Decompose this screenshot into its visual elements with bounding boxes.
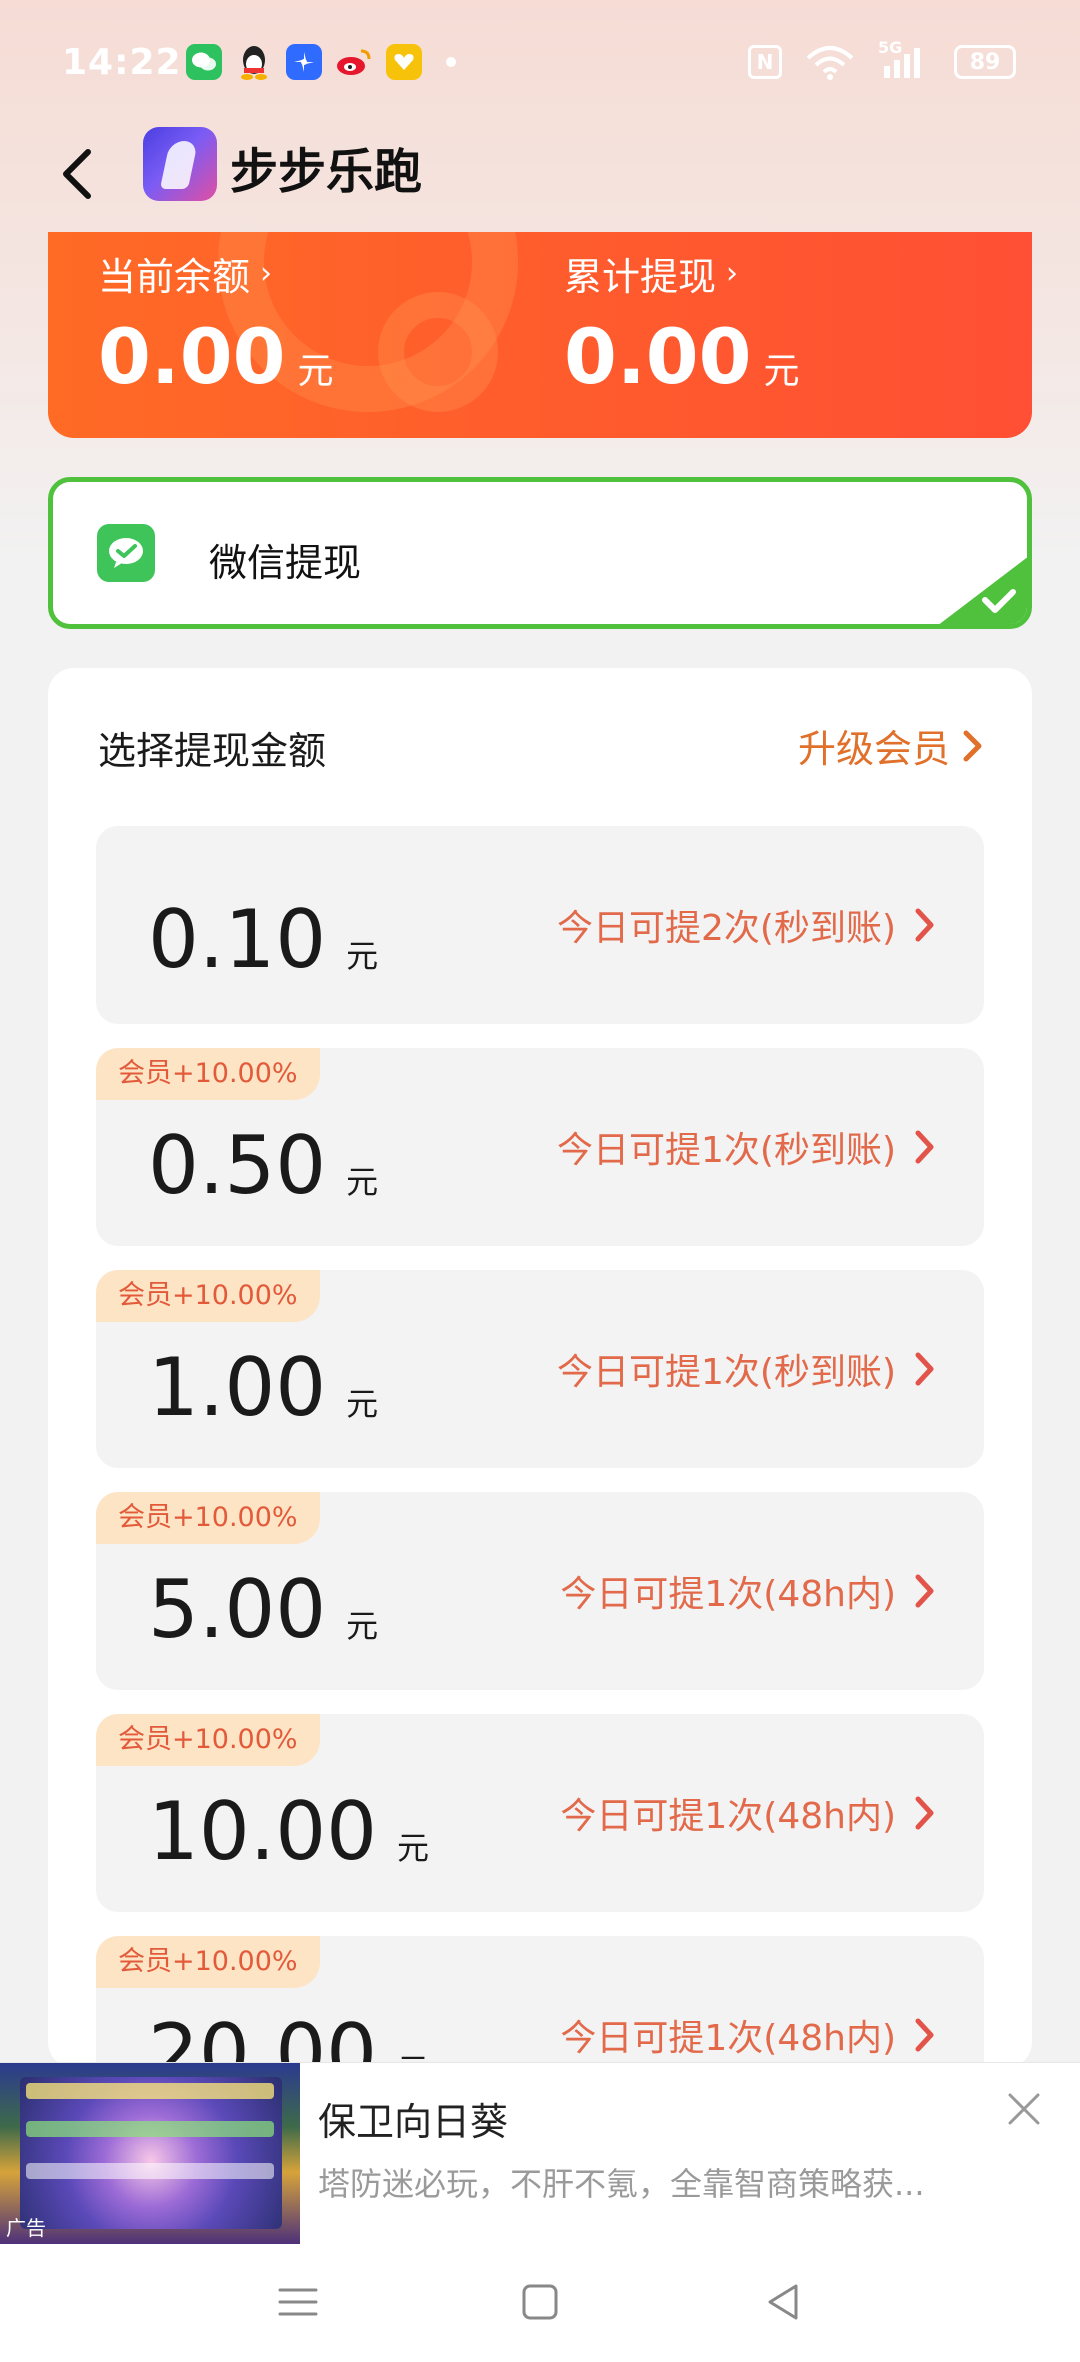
qq-icon [236, 44, 272, 80]
status-notification-icons [186, 44, 456, 80]
system-nav-bar [0, 2244, 1080, 2362]
chevron-right-icon: › [260, 256, 273, 291]
ad-image[interactable]: 广告 [0, 2063, 300, 2245]
ad-tag: 广告 [6, 2216, 46, 2240]
app-logo [143, 127, 217, 201]
amount-section-title: 选择提现金额 [98, 729, 327, 773]
menu-icon[interactable] [276, 2280, 320, 2324]
total-withdrawn-label: 累计提现 [564, 255, 717, 299]
more-notifications-dot [446, 57, 456, 67]
signal-icon: 5G [878, 38, 932, 80]
chevron-right-icon [914, 826, 936, 1024]
chevron-right-icon: › [726, 256, 739, 291]
member-bonus-badge: 会员+10.00% [96, 1048, 320, 1100]
amount-value: 0.10 [148, 893, 327, 986]
amount-option[interactable]: 会员+10.00% 5.00 元 今日可提1次(48h内) [96, 1492, 984, 1690]
member-bonus-badge: 会员+10.00% [96, 1936, 320, 1988]
wechat-icon [186, 44, 222, 80]
selected-check-icon [939, 557, 1027, 624]
total-withdrawn[interactable]: 累计提现 › 0.00 元 [564, 246, 800, 395]
wechat-withdraw-option[interactable]: 微信提现 [48, 477, 1032, 629]
back-triangle-icon[interactable] [762, 2280, 806, 2324]
network-type: 5G [878, 38, 903, 57]
balance-card: 当前余额 › 0.00 元 累计提现 › 0.00 元 [48, 232, 1032, 438]
current-balance[interactable]: 当前余额 › 0.00 元 [98, 246, 334, 395]
current-balance-value: 0.00 [98, 312, 286, 401]
upgrade-member-label: 升级会员 [797, 727, 950, 771]
withdraw-limit-note: 今日可提1次(秒到账) [557, 1352, 896, 1393]
amount-option[interactable]: 会员+10.00% 1.00 元 今日可提1次(秒到账) [96, 1270, 984, 1468]
wechat-withdraw-label: 微信提现 [209, 541, 362, 585]
amount-unit: 元 [397, 1829, 430, 1867]
battery-indicator: 89 [954, 45, 1016, 79]
total-withdrawn-value: 0.00 [564, 312, 752, 401]
withdraw-page: 14:22 N 5G 89 步步乐跑 当前余额 › 0.00 元 累计提现 › … [0, 0, 1080, 2362]
amount-value: 1.00 [148, 1341, 327, 1434]
chevron-right-icon [914, 1270, 936, 1468]
amount-value: 5.00 [148, 1563, 327, 1656]
chevron-right-icon [914, 1714, 936, 1912]
title-bar: 步步乐跑 [0, 120, 1080, 230]
amount-value: 10.00 [148, 1785, 378, 1878]
ad-description: 塔防迷必玩，不肝不氪，全靠智商策略获... [318, 2165, 925, 2203]
amount-unit: 元 [346, 1607, 379, 1645]
nfc-icon: N [748, 45, 782, 79]
amount-value: 0.50 [148, 1119, 327, 1212]
chevron-right-icon [963, 730, 982, 761]
heart-badge-icon [386, 44, 422, 80]
currency-unit: 元 [763, 351, 800, 392]
member-bonus-badge: 会员+10.00% [96, 1492, 320, 1544]
pinwheel-icon [286, 44, 322, 80]
member-bonus-badge: 会员+10.00% [96, 1714, 320, 1766]
withdraw-limit-note: 今日可提1次(48h内) [560, 1574, 896, 1615]
back-arrow-icon [63, 149, 91, 199]
wechat-pay-icon [97, 524, 155, 582]
ad-banner[interactable]: 广告 保卫向日葵 塔防迷必玩，不肝不氪，全靠智商策略获... [0, 2062, 1080, 2245]
withdraw-limit-note: 今日可提1次(秒到账) [557, 1130, 896, 1171]
amount-option[interactable]: 会员+10.00% 10.00 元 今日可提1次(48h内) [96, 1714, 984, 1912]
amount-selection-panel: 选择提现金额 升级会员 0.10 元 今日可提2次(秒到账) 会员+10.00%… [48, 668, 1032, 2134]
current-balance-label: 当前余额 [98, 255, 251, 299]
withdraw-limit-note: 今日可提1次(48h内) [560, 1796, 896, 1837]
withdraw-limit-note: 今日可提2次(秒到账) [557, 908, 896, 949]
chevron-right-icon [914, 1048, 936, 1246]
member-bonus-badge: 会员+10.00% [96, 1270, 320, 1322]
home-icon[interactable] [518, 2280, 562, 2324]
close-icon[interactable] [1004, 2089, 1044, 2129]
page-title: 步步乐跑 [230, 144, 423, 200]
status-bar: 14:22 N 5G 89 [0, 0, 1080, 130]
amount-option[interactable]: 会员+10.00% 0.50 元 今日可提1次(秒到账) [96, 1048, 984, 1246]
wifi-icon [806, 46, 854, 80]
weibo-icon [336, 44, 372, 80]
amount-unit: 元 [346, 1163, 379, 1201]
upgrade-member-link[interactable]: 升级会员 [798, 718, 984, 773]
status-system-icons: N 5G 89 [748, 38, 1016, 80]
status-time: 14:22 [62, 42, 182, 83]
back-button[interactable] [52, 138, 112, 208]
amount-unit: 元 [346, 937, 379, 975]
currency-unit: 元 [297, 351, 334, 392]
amount-unit: 元 [346, 1385, 379, 1423]
card-decoration [378, 292, 498, 412]
amount-option[interactable]: 0.10 元 今日可提2次(秒到账) [96, 826, 984, 1024]
chevron-right-icon [914, 1492, 936, 1690]
ad-title[interactable]: 保卫向日葵 [318, 2091, 508, 2146]
